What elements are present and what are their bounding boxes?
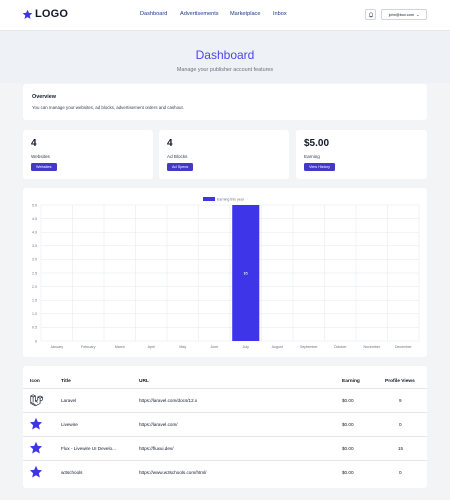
overview-heading: Overview — [32, 94, 56, 100]
main-nav: Dashboard Advertisements Marketplace Inb… — [140, 11, 287, 17]
col-header-url: URL — [139, 379, 149, 384]
ad-blocks-stat-card: 4 Ad Blocks Ad Specs — [159, 130, 289, 179]
row-title: Laravel — [61, 398, 77, 403]
table-row[interactable]: Flux - Livewire UI Develo... https://flu… — [23, 436, 427, 459]
nav-advertisements[interactable]: Advertisements — [180, 11, 230, 17]
stat-value: 4 — [31, 138, 37, 149]
row-earning: $0.00 — [342, 422, 354, 427]
y-tick-label: 1.5 — [32, 299, 37, 303]
notifications-button[interactable] — [365, 9, 376, 20]
overview-card: Overview You can manage your websites, a… — [23, 84, 427, 120]
page-title: Dashboard — [195, 48, 255, 62]
legend-label: Earning this year — [217, 197, 245, 201]
col-header-icon: Icon — [30, 379, 40, 384]
stat-value: 4 — [167, 138, 173, 149]
websites-button[interactable]: Websites — [31, 163, 57, 171]
y-tick-label: 4.5 — [32, 217, 37, 221]
user-menu-button[interactable]: john@box.com ⌄ — [381, 9, 427, 20]
page-header: Dashboard Manage your publisher account … — [0, 31, 450, 83]
logo-text: LOGO — [35, 8, 69, 20]
star-icon — [29, 417, 43, 430]
row-url[interactable]: https://www.w3schools.com/html/ — [139, 470, 206, 475]
row-views: 0 — [399, 470, 402, 475]
x-tick-label: February — [81, 345, 96, 349]
row-title: Livewire — [61, 422, 78, 427]
row-earning: $0.00 — [342, 470, 354, 475]
y-tick-label: 0 — [35, 339, 37, 343]
row-earning: $0.00 — [342, 446, 354, 451]
table-row[interactable]: Livewire https://laravel.com/ $0.00 0 — [23, 412, 427, 435]
stat-label: Ad Blocks — [167, 154, 188, 159]
row-url[interactable]: https://laravel.com/docs/12.x — [139, 398, 197, 403]
row-url[interactable]: https://laravel.com/ — [139, 422, 178, 427]
star-icon — [29, 465, 43, 478]
star-logo-icon — [22, 9, 33, 19]
stat-label: Earning — [304, 154, 320, 159]
y-tick-label: 4.0 — [32, 231, 37, 235]
col-header-earning: Earning — [342, 379, 360, 384]
x-tick-label: July — [243, 345, 250, 349]
table-row[interactable]: Laravel https://laravel.com/docs/12.x $0… — [23, 388, 427, 411]
y-tick-label: 0.5 — [32, 326, 37, 330]
laravel-icon — [30, 394, 43, 407]
earnings-chart-card: 0 0.5 1.0 1.5 2.0 2.5 3.0 3.5 4.0 4.5 5.0 January Fe… — [23, 188, 427, 357]
user-email: john@box.com — [388, 12, 415, 17]
x-tick-label: August — [272, 345, 283, 349]
x-tick-label: May — [179, 345, 186, 349]
page-subtitle: Manage your publisher account features — [176, 67, 274, 73]
row-earning: $0.00 — [342, 398, 354, 403]
x-tick-label: November — [363, 345, 380, 349]
row-url[interactable]: https://fluxui.dev/ — [139, 446, 173, 451]
earning-stat-card: $5.00 Earning View History — [296, 130, 427, 179]
stat-value: $5.00 — [304, 138, 330, 149]
nav-dashboard[interactable]: Dashboard — [140, 11, 180, 17]
y-tick-label: 3.0 — [32, 258, 37, 262]
x-tick-label: April — [148, 345, 155, 349]
row-views: 9 — [399, 398, 402, 403]
bar-data-label: $5 — [244, 271, 248, 275]
x-tick-label: October — [334, 345, 348, 349]
y-tick-label: 3.5 — [32, 244, 37, 248]
legend-swatch — [203, 197, 215, 201]
row-views: 15 — [398, 446, 404, 451]
earnings-bar-chart: 0 0.5 1.0 1.5 2.0 2.5 3.0 3.5 4.0 4.5 5.0 January Fe… — [32, 197, 420, 349]
y-tick-label: 2.5 — [32, 271, 37, 275]
y-tick-label: 5.0 — [32, 203, 37, 207]
y-tick-label: 2.0 — [32, 285, 37, 289]
x-tick-label: June — [210, 345, 218, 349]
websites-table: Icon Title URL Earning Profile Views Lar… — [23, 366, 427, 488]
ad-specs-button[interactable]: Ad Specs — [167, 163, 194, 171]
nav-inbox[interactable]: Inbox — [273, 11, 287, 17]
star-icon — [29, 441, 43, 454]
table-row[interactable]: w3schools https://www.w3schools.com/html… — [23, 460, 427, 483]
x-tick-label: March — [115, 345, 125, 349]
y-tick-label: 1.0 — [32, 312, 37, 316]
nav-marketplace[interactable]: Marketplace — [230, 11, 273, 17]
col-header-profile-views: Profile Views — [385, 379, 415, 384]
view-history-button[interactable]: View History — [304, 163, 336, 171]
bell-icon — [368, 11, 373, 17]
chevron-down-icon: ⌄ — [416, 13, 420, 17]
x-tick-label: December — [395, 345, 412, 349]
row-title: w3schools — [61, 470, 83, 475]
col-header-title: Title — [61, 379, 71, 384]
websites-stat-card: 4 Websites Websites — [23, 130, 153, 179]
stat-label: Websites — [31, 154, 50, 159]
row-title: Flux - Livewire UI Develo... — [61, 446, 116, 451]
top-navbar: LOGO Dashboard Advertisements Marketplac… — [0, 0, 450, 31]
overview-description: You can manage your websites, ad blocks,… — [32, 105, 184, 110]
x-tick-label: January — [50, 345, 63, 349]
x-tick-label: September — [300, 345, 318, 349]
logo[interactable]: LOGO — [22, 8, 68, 20]
row-views: 0 — [399, 422, 402, 427]
